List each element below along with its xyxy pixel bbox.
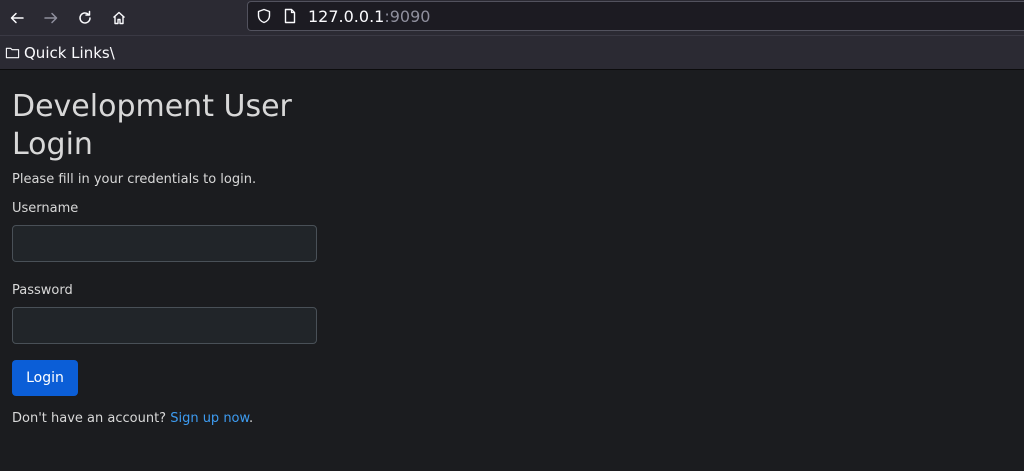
page-instructions: Please fill in your credentials to login… bbox=[12, 172, 257, 187]
back-button[interactable] bbox=[0, 0, 34, 35]
login-page: Development User Login Please fill in yo… bbox=[0, 70, 1024, 471]
browser-toolbar: 127.0.0.1:9090 bbox=[0, 0, 1024, 35]
folder-icon bbox=[5, 47, 20, 59]
reload-icon bbox=[79, 10, 91, 24]
bookmark-folder-quick-links[interactable]: Quick Links\ bbox=[5, 44, 115, 62]
page-title: Development User Login bbox=[12, 89, 292, 162]
url-bar[interactable]: 127.0.0.1:9090 bbox=[247, 1, 1024, 31]
home-button[interactable] bbox=[102, 0, 136, 35]
username-label: Username bbox=[12, 201, 79, 216]
bookmarks-bar: Quick Links\ bbox=[0, 35, 1024, 70]
signup-prompt: Don't have an account? Sign up now. bbox=[12, 411, 1012, 426]
page-icon[interactable] bbox=[282, 8, 298, 24]
shield-icon[interactable] bbox=[256, 8, 272, 24]
url-port: :9090 bbox=[384, 6, 431, 26]
url-text[interactable]: 127.0.0.1:9090 bbox=[308, 7, 430, 26]
forward-arrow-icon bbox=[44, 12, 58, 23]
home-icon bbox=[113, 11, 125, 24]
url-host: 127.0.0.1 bbox=[308, 6, 385, 26]
signup-link[interactable]: Sign up now bbox=[170, 411, 249, 426]
password-label: Password bbox=[12, 283, 73, 298]
bookmark-label: Quick Links\ bbox=[24, 43, 115, 62]
login-button[interactable]: Login bbox=[12, 360, 78, 396]
back-arrow-icon bbox=[10, 12, 24, 23]
forward-button[interactable] bbox=[34, 0, 68, 35]
signup-suffix: . bbox=[248, 411, 254, 426]
password-input[interactable] bbox=[12, 307, 317, 344]
username-input[interactable] bbox=[12, 225, 317, 262]
signup-prompt-text: Don't have an account? bbox=[12, 411, 171, 426]
reload-button[interactable] bbox=[68, 0, 102, 35]
